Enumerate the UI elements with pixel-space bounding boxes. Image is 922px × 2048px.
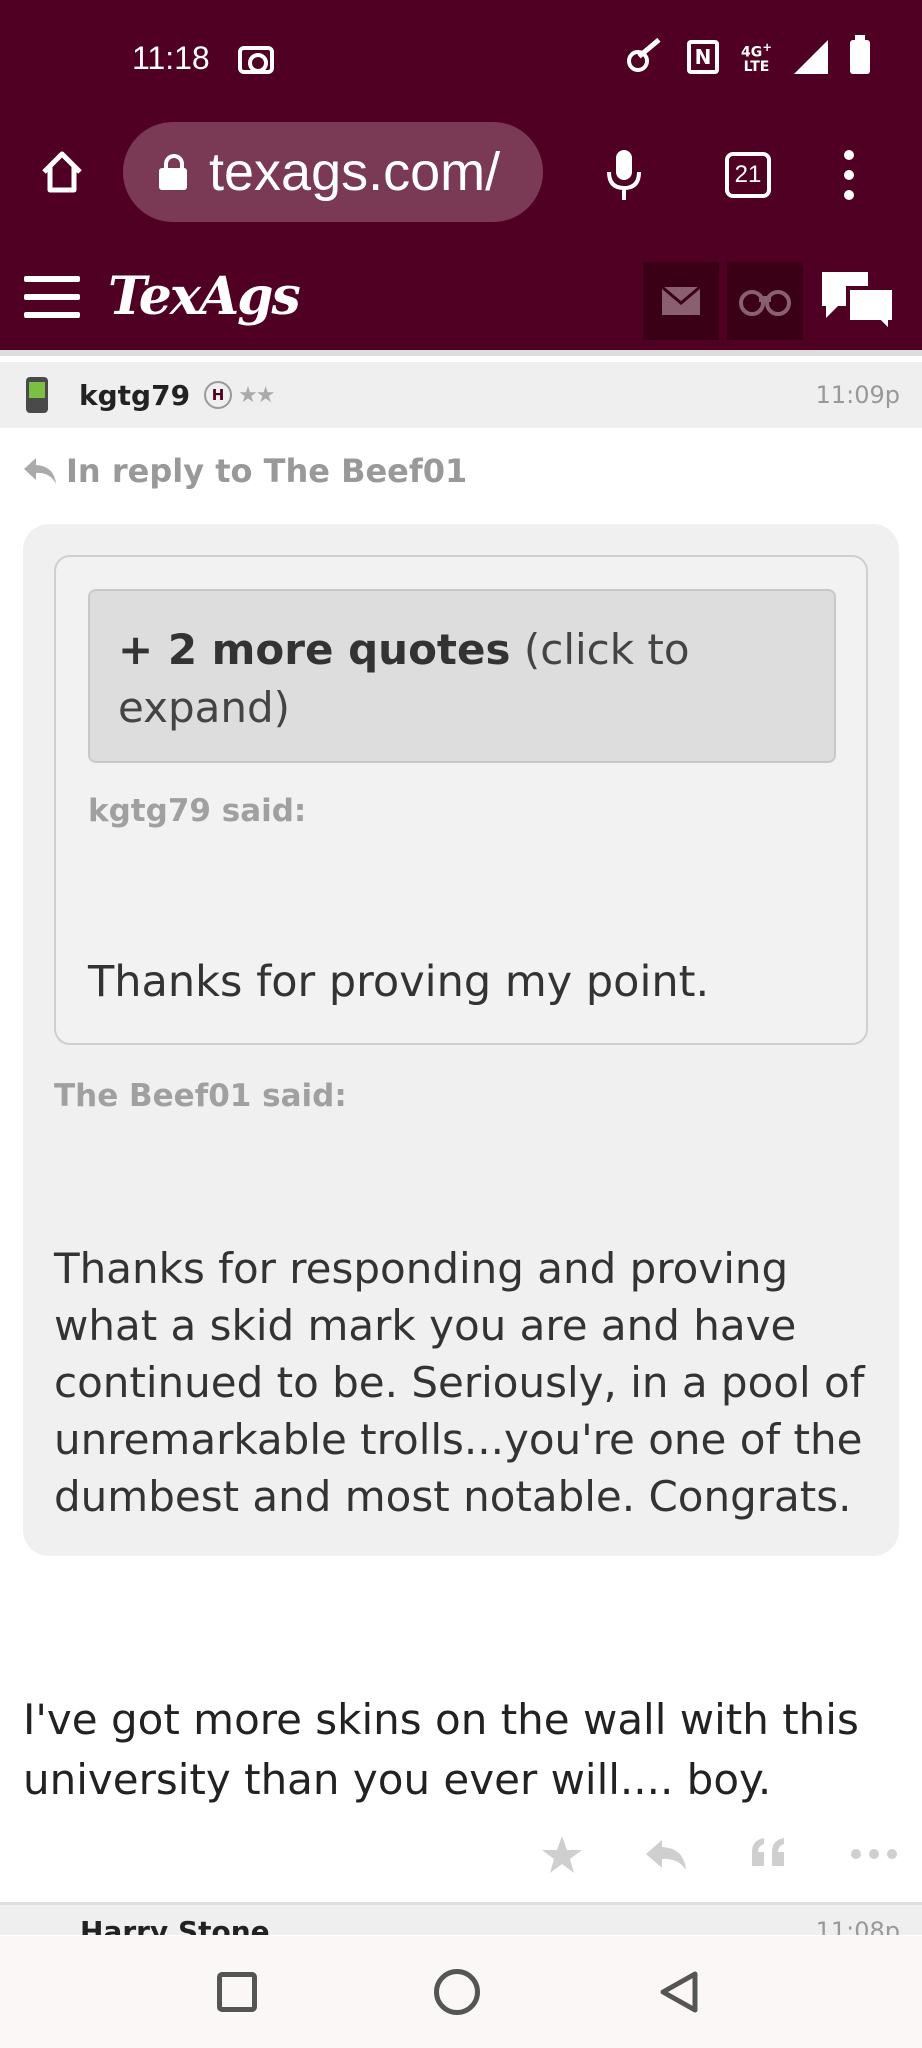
lock-icon [159, 154, 187, 190]
post-username[interactable]: kgtg79 [79, 379, 190, 412]
more-quotes-count: + 2 more quotes [118, 625, 511, 674]
reply-link[interactable]: In reply to The Beef01 [22, 452, 467, 490]
quote-author: The Beef01 said: [54, 1078, 347, 1114]
chat-icon[interactable] [818, 266, 898, 337]
post-header: kgtg79 H ★★ 11:09p [0, 362, 922, 428]
screen-record-icon [238, 46, 274, 74]
site-nav: TexAgs [0, 246, 922, 350]
mail-icon[interactable] [643, 262, 719, 340]
quote-block: + 2 more quotes (click to expand) kgtg79… [23, 524, 899, 1556]
status-bar: 11:18 N 4G+ LTE [0, 0, 922, 120]
network-type-label: 4G+ LTE [740, 40, 772, 75]
post-actions [534, 1826, 902, 1882]
more-options-icon[interactable] [846, 1826, 902, 1882]
nav-divider [0, 350, 922, 356]
user-stars: ★★ [238, 382, 275, 408]
nested-quote: + 2 more quotes (click to expand) kgtg79… [54, 555, 868, 1045]
recent-apps-icon[interactable] [217, 1972, 257, 2012]
site-logo[interactable]: TexAgs [108, 266, 301, 327]
quote-text: Thanks for proving my point. [88, 957, 710, 1007]
post-body: I've got more skins on the wall with thi… [23, 1695, 859, 1804]
user-badge: H [204, 381, 233, 409]
browser-menu-icon[interactable] [842, 150, 856, 200]
home-icon[interactable] [38, 148, 86, 196]
tab-switcher-button[interactable]: 21 [725, 152, 771, 198]
next-post-header: Harry Stone 11:08p [0, 1905, 922, 1935]
back-icon[interactable] [655, 1968, 703, 2016]
vpn-key-icon [626, 42, 665, 72]
quote-author: kgtg79 said: [88, 793, 307, 829]
binoculars-icon[interactable] [727, 262, 803, 340]
reply-icon[interactable] [638, 1826, 694, 1882]
android-nav-bar [0, 1936, 922, 2048]
microphone-icon[interactable] [604, 148, 644, 204]
status-time: 11:18 [132, 40, 210, 76]
next-post-time: 11:08p [815, 1917, 900, 1935]
reply-arrow-icon [24, 458, 56, 484]
url-text[interactable]: texags.com/ [209, 141, 529, 203]
star-icon[interactable] [534, 1826, 590, 1882]
signal-icon [794, 40, 828, 74]
post-time: 11:09p [815, 381, 900, 409]
quote-icon[interactable] [742, 1826, 798, 1882]
battery-icon [850, 35, 870, 74]
hamburger-menu-icon[interactable] [24, 276, 80, 318]
home-circle-icon[interactable] [434, 1969, 480, 2015]
url-bar[interactable]: texags.com/ [123, 122, 543, 222]
expand-quotes-button[interactable]: + 2 more quotes (click to expand) [88, 589, 836, 763]
quote-text: Thanks for responding and proving what a… [54, 1244, 865, 1521]
reply-to-text: In reply to The Beef01 [66, 452, 468, 490]
next-post-username[interactable]: Harry Stone [80, 1915, 270, 1935]
nfc-icon: N [686, 40, 719, 74]
phone-icon [26, 377, 48, 413]
